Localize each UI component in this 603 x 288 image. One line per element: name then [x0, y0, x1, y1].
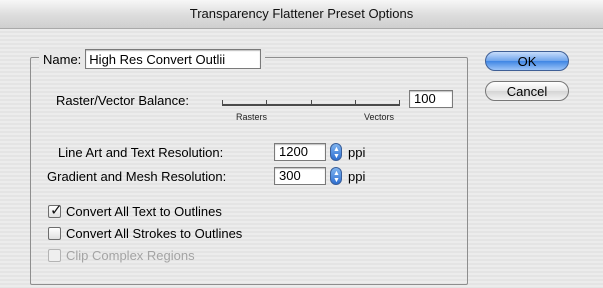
- gradient-unit: ppi: [348, 169, 366, 184]
- line-art-unit: ppi: [348, 145, 366, 160]
- convert-text-label: Convert All Text to Outlines: [66, 204, 222, 219]
- balance-value-field[interactable]: 100: [409, 90, 453, 108]
- name-input[interactable]: [85, 49, 262, 69]
- dialog-content: Name: Raster/Vector Balance: Rasters Vec…: [0, 29, 603, 288]
- clip-regions-label: Clip Complex Regions: [66, 248, 195, 263]
- line-art-label: Line Art and Text Resolution:: [58, 145, 224, 160]
- up-arrow-icon: ▲: [333, 170, 340, 177]
- slider-tick: [399, 100, 400, 104]
- ok-button[interactable]: OK: [485, 51, 569, 71]
- name-row: Name:: [39, 49, 266, 69]
- balance-label: Raster/Vector Balance:: [56, 93, 189, 108]
- cancel-button[interactable]: Cancel: [485, 81, 569, 101]
- name-label: Name:: [43, 51, 82, 67]
- convert-text-checkbox[interactable]: [48, 201, 63, 219]
- convert-strokes-option[interactable]: Convert All Strokes to Outlines: [48, 226, 242, 241]
- vectors-label: Vectors: [364, 112, 395, 122]
- slider-tick: [311, 100, 312, 104]
- balance-slider-track[interactable]: [222, 100, 400, 106]
- slider-tick: [266, 100, 267, 104]
- gradient-label: Gradient and Mesh Resolution:: [47, 169, 227, 184]
- down-arrow-icon: ▼: [333, 177, 340, 184]
- line-art-resolution-field[interactable]: 1200: [274, 143, 326, 161]
- slider-tick: [222, 100, 223, 104]
- line-art-stepper[interactable]: ▲ ▼: [330, 143, 342, 161]
- gradient-stepper[interactable]: ▲ ▼: [330, 167, 342, 185]
- window-title: Transparency Flattener Preset Options: [189, 6, 414, 21]
- convert-strokes-checkbox[interactable]: [48, 227, 61, 240]
- up-arrow-icon: ▲: [333, 146, 340, 153]
- gradient-resolution-field[interactable]: 300: [274, 167, 326, 185]
- rasters-label: Rasters: [236, 112, 268, 122]
- clip-regions-option: Clip Complex Regions: [48, 248, 195, 263]
- down-arrow-icon: ▼: [333, 153, 340, 160]
- convert-text-option[interactable]: Convert All Text to Outlines: [48, 201, 222, 219]
- slider-tick: [355, 100, 356, 104]
- convert-strokes-label: Convert All Strokes to Outlines: [66, 226, 243, 241]
- title-bar: Transparency Flattener Preset Options: [0, 0, 603, 29]
- clip-regions-checkbox: [48, 249, 61, 262]
